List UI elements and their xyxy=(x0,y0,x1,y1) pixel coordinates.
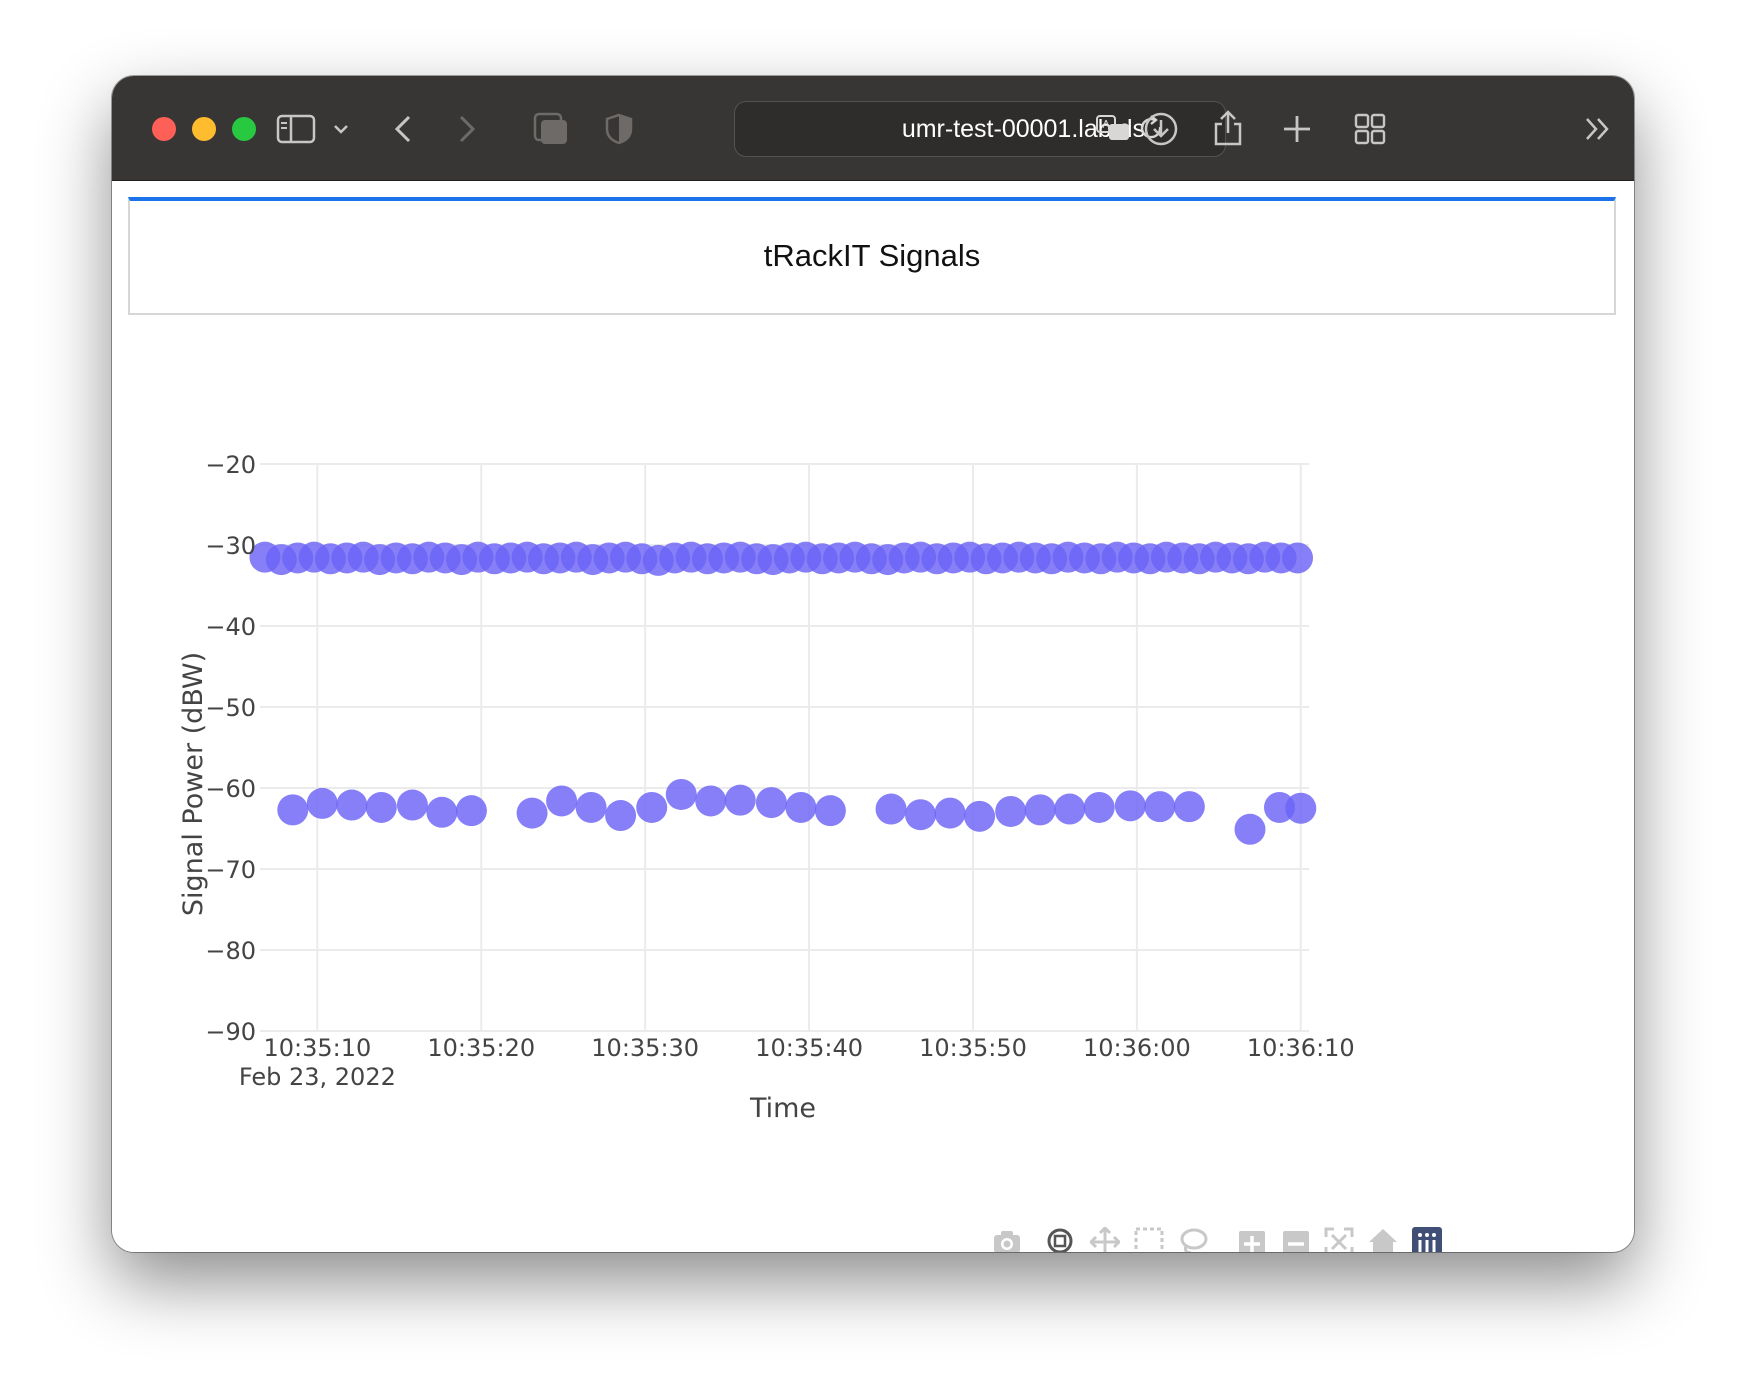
lasso-select-icon[interactable] xyxy=(1178,1227,1208,1252)
downloads-icon[interactable] xyxy=(1142,106,1180,152)
data-point[interactable] xyxy=(1144,791,1176,823)
forward-icon[interactable] xyxy=(454,106,480,152)
data-point[interactable] xyxy=(426,796,458,828)
chevron-down-icon[interactable] xyxy=(330,106,352,152)
data-point[interactable] xyxy=(695,785,727,817)
page-content: tRackIT Signals −20 −30 −40 −50 −60 −70 −80 −90… xyxy=(112,181,1634,1252)
data-point[interactable] xyxy=(814,795,846,827)
zoom-in-icon[interactable] xyxy=(1238,1227,1266,1252)
browser-window: umr-test-00001.lab.ds A tRackIT Signals xyxy=(112,76,1634,1252)
svg-text:A: A xyxy=(1102,118,1110,131)
more-toolbar-items-icon[interactable] xyxy=(1582,106,1614,152)
data-point[interactable] xyxy=(306,787,338,819)
x-tick-label: 10:36:10 xyxy=(1247,1034,1355,1062)
data-point[interactable] xyxy=(605,800,637,832)
data-point[interactable] xyxy=(964,800,996,832)
x-tick-label: 10:35:50 xyxy=(919,1034,1027,1062)
data-point[interactable] xyxy=(1282,542,1314,574)
zoom-window-button[interactable] xyxy=(232,117,256,141)
data-point[interactable] xyxy=(1054,793,1086,825)
x-tick-label: 10:36:00 xyxy=(1083,1034,1191,1062)
x-axis: 10:35:10 10:35:20 10:35:30 10:35:40 10:35:50… xyxy=(239,1034,1355,1091)
x-tick-label: 10:35:20 xyxy=(427,1034,535,1062)
y-tick-label: −80 xyxy=(205,937,256,965)
data-point[interactable] xyxy=(934,797,966,829)
data-point[interactable] xyxy=(277,794,309,826)
data-point[interactable] xyxy=(396,789,428,821)
y-tick-label: −40 xyxy=(205,613,256,641)
y-tick-label: −20 xyxy=(205,451,256,479)
data-points[interactable] xyxy=(249,541,1317,845)
browser-toolbar: umr-test-00001.lab.ds A xyxy=(112,76,1634,181)
privacy-shield-icon[interactable] xyxy=(602,106,636,152)
tab-group-icon[interactable] xyxy=(532,106,570,152)
data-point[interactable] xyxy=(1285,792,1317,824)
data-point[interactable] xyxy=(546,785,578,817)
url-text: umr-test-00001.lab.ds xyxy=(901,115,1145,143)
sidebar-toggle-icon[interactable] xyxy=(274,106,318,152)
new-tab-icon[interactable] xyxy=(1280,106,1314,152)
data-point[interactable] xyxy=(1114,790,1146,822)
y-tick-label: −50 xyxy=(205,694,256,722)
data-point[interactable] xyxy=(1024,794,1056,826)
data-point[interactable] xyxy=(1083,791,1115,823)
close-window-button[interactable] xyxy=(152,117,176,141)
share-icon[interactable] xyxy=(1210,106,1246,152)
data-point[interactable] xyxy=(875,793,907,825)
data-point[interactable] xyxy=(755,787,787,819)
x-date-label: Feb 23, 2022 xyxy=(239,1063,396,1091)
tab-overview-icon[interactable] xyxy=(1352,106,1388,152)
data-point[interactable] xyxy=(365,791,397,823)
data-point[interactable] xyxy=(665,778,697,810)
camera-icon[interactable] xyxy=(992,1227,1022,1252)
data-point[interactable] xyxy=(1234,813,1266,845)
plotly-logo-icon[interactable] xyxy=(1412,1227,1442,1252)
pan-icon[interactable] xyxy=(1088,1225,1122,1252)
data-point[interactable] xyxy=(516,797,548,829)
data-point[interactable] xyxy=(636,791,668,823)
minimize-window-button[interactable] xyxy=(192,117,216,141)
zoom-out-icon[interactable] xyxy=(1282,1227,1310,1252)
x-axis-title: Time xyxy=(749,1093,816,1124)
y-axis-title: Signal Power (dBW) xyxy=(178,652,209,916)
data-point[interactable] xyxy=(1173,791,1205,823)
y-tick-label: −60 xyxy=(205,775,256,803)
x-tick-label: 10:35:30 xyxy=(591,1034,699,1062)
data-point[interactable] xyxy=(724,784,756,816)
box-select-icon[interactable] xyxy=(1134,1227,1164,1252)
y-tick-label: −90 xyxy=(205,1018,256,1046)
back-icon[interactable] xyxy=(390,106,416,152)
zoom-icon[interactable] xyxy=(1046,1227,1076,1252)
data-point[interactable] xyxy=(336,789,368,821)
x-tick-label: 10:35:40 xyxy=(755,1034,863,1062)
data-point[interactable] xyxy=(455,795,487,827)
y-axis: −20 −30 −40 −50 −60 −70 −80 −90 xyxy=(205,451,256,1046)
signal-scatter-chart[interactable]: −20 −30 −40 −50 −60 −70 −80 −90 10:35:10 10:35:2… xyxy=(112,181,1634,1252)
y-tick-label: −70 xyxy=(205,856,256,884)
data-point[interactable] xyxy=(785,791,817,823)
data-point[interactable] xyxy=(575,791,607,823)
autoscale-icon[interactable] xyxy=(1324,1227,1354,1252)
y-tick-label: −30 xyxy=(205,532,256,560)
reset-axes-home-icon[interactable] xyxy=(1368,1227,1398,1252)
data-point[interactable] xyxy=(995,795,1027,827)
data-point[interactable] xyxy=(905,799,937,831)
translate-icon[interactable]: A xyxy=(1095,112,1133,146)
x-tick-label: 10:35:10 xyxy=(263,1034,371,1062)
